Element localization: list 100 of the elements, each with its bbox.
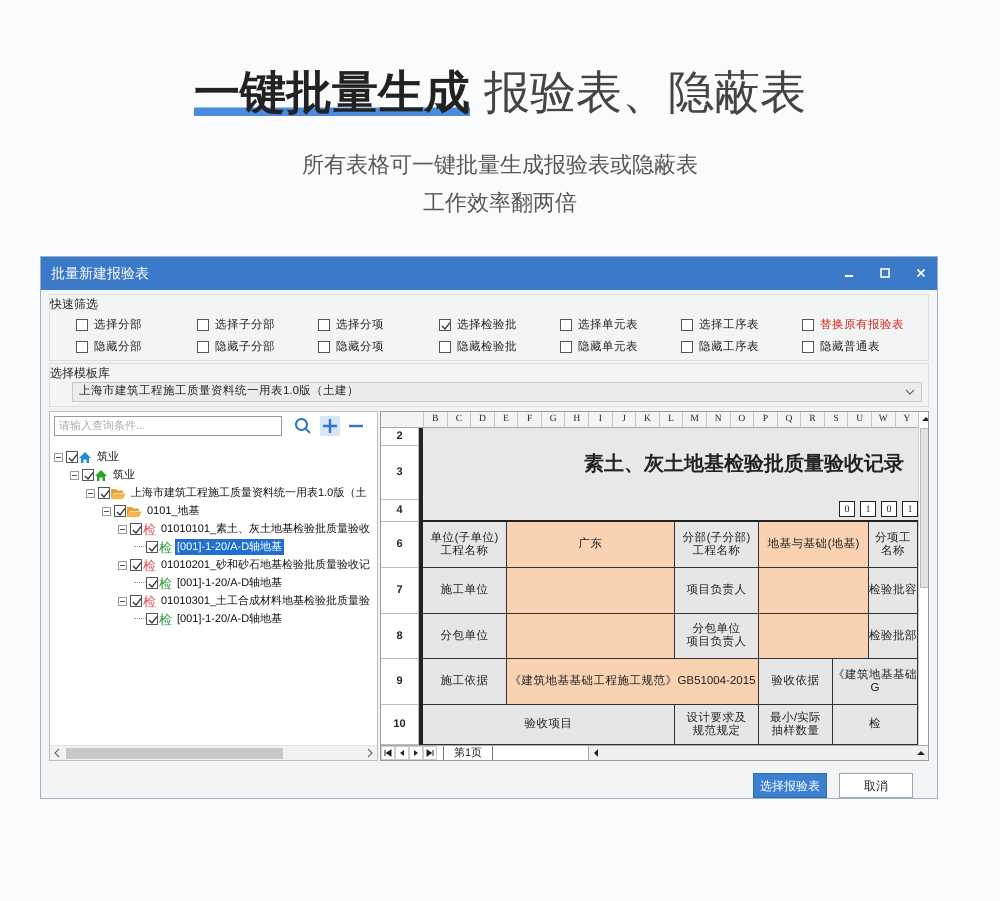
column-header[interactable]: W: [870, 412, 895, 427]
previous-sheet-icon[interactable]: [395, 746, 409, 760]
inspection-label: 检: [143, 522, 156, 536]
checkbox[interactable]: [197, 319, 209, 332]
checkbox-label: 隐藏子分部: [215, 339, 275, 355]
maximize-icon[interactable]: [879, 267, 891, 280]
row-header[interactable]: 10: [381, 705, 419, 745]
checkbox-label: 选择单元表: [578, 318, 638, 332]
template-dropdown[interactable]: 上海市建筑工程施工质量资料统一用表1.0版（土建）: [72, 382, 922, 402]
window-title: 批量新建报验表: [51, 264, 149, 283]
checkbox[interactable]: [130, 559, 142, 571]
last-sheet-icon[interactable]: [423, 746, 437, 760]
code-digit: 0: [839, 501, 855, 517]
expand-all-icon[interactable]: [320, 416, 340, 436]
column-header[interactable]: H: [564, 412, 588, 427]
table-cell: 检: [833, 705, 918, 745]
checkbox[interactable]: [146, 541, 158, 553]
tree-item[interactable]: 01010201_砂和砂石地基检验批质量验收记: [159, 556, 372, 574]
checkbox[interactable]: [560, 319, 572, 332]
tree-item[interactable]: 0101_地基: [145, 502, 202, 520]
checkbox[interactable]: [681, 341, 693, 354]
column-header[interactable]: B: [423, 412, 447, 427]
row-header[interactable]: 2: [381, 428, 419, 446]
column-header[interactable]: M: [682, 412, 706, 427]
checkbox[interactable]: [66, 451, 78, 463]
search-field[interactable]: 请输入查询条件...: [54, 416, 282, 436]
checkbox[interactable]: [318, 341, 330, 354]
tree-item[interactable]: [001]-1-20/A-D轴地基: [175, 574, 284, 592]
checkbox[interactable]: [130, 595, 142, 607]
column-header[interactable]: G: [540, 412, 564, 427]
tree-item[interactable]: 01010101_素土、灰土地基检验批质量验收: [159, 520, 372, 538]
checkbox[interactable]: [114, 505, 126, 517]
column-header[interactable]: C: [446, 412, 470, 427]
checkbox[interactable]: [98, 487, 110, 499]
checkbox[interactable]: [802, 319, 814, 332]
column-header[interactable]: N: [706, 412, 730, 427]
tree-item[interactable]: 上海市建筑工程施工质量资料统一用表1.0版（土: [129, 484, 368, 502]
table-cell: 项目负责人: [675, 568, 759, 614]
column-header[interactable]: L: [658, 412, 682, 427]
checkbox[interactable]: [82, 469, 94, 481]
checkbox[interactable]: [130, 523, 142, 535]
collapse-icon[interactable]: [86, 488, 98, 498]
inspection-label: 检: [159, 540, 172, 554]
checkbox[interactable]: [439, 341, 451, 354]
column-header[interactable]: I: [588, 412, 612, 427]
cancel-button[interactable]: 取消: [839, 773, 913, 798]
row-header[interactable]: 8: [381, 614, 419, 659]
scrollbar[interactable]: [588, 746, 928, 760]
column-header[interactable]: U: [847, 412, 871, 427]
checkbox[interactable]: [197, 341, 209, 354]
next-sheet-icon[interactable]: [409, 746, 423, 760]
code-digit: 1: [860, 501, 876, 517]
code-digit: 1: [902, 501, 918, 517]
tree-item[interactable]: 筑业: [95, 448, 121, 466]
headline: 一键批量生成: [194, 66, 470, 118]
column-header[interactable]: Q: [776, 412, 800, 427]
checkbox[interactable]: [560, 341, 572, 354]
sheet-tab[interactable]: 第1页: [443, 746, 494, 760]
row-header[interactable]: 4: [381, 500, 419, 522]
column-header[interactable]: E: [494, 412, 518, 427]
tree-item[interactable]: [001]-1-20/A-D轴地基: [175, 610, 284, 628]
column-header[interactable]: O: [730, 412, 754, 427]
table-cell: 验收项目: [423, 705, 675, 745]
column-header[interactable]: D: [470, 412, 494, 427]
checkbox[interactable]: [681, 319, 693, 332]
collapse-icon[interactable]: [118, 524, 130, 534]
checkbox[interactable]: [802, 341, 814, 354]
collapse-icon[interactable]: [118, 596, 130, 606]
checkbox[interactable]: [146, 577, 158, 589]
row-header[interactable]: 6: [381, 522, 419, 568]
confirm-button[interactable]: 选择报验表: [753, 773, 827, 798]
search-icon[interactable]: [294, 417, 312, 435]
chevron-down-icon: [905, 389, 915, 395]
tree-item[interactable]: 筑业: [111, 466, 137, 484]
column-header[interactable]: J: [612, 412, 636, 427]
checkbox[interactable]: [146, 613, 158, 625]
column-header[interactable]: F: [517, 412, 541, 427]
table-cell: 分包单位 项目负责人: [675, 614, 759, 659]
row-header[interactable]: 9: [381, 659, 419, 705]
checkbox[interactable]: [76, 319, 88, 332]
checkbox-label: 隐藏检验批: [457, 340, 517, 355]
column-header[interactable]: K: [635, 412, 659, 427]
checkbox[interactable]: [76, 341, 88, 354]
checkbox[interactable]: [318, 319, 330, 332]
table-cell: 地基与基础(地基): [759, 522, 869, 568]
tree-item[interactable]: [001]-1-20/A-D轴地基: [175, 538, 284, 556]
inspection-label: 检: [159, 576, 172, 590]
checkbox[interactable]: [439, 319, 451, 332]
column-header[interactable]: R: [800, 412, 824, 427]
collapse-icon[interactable]: [70, 470, 82, 480]
row-header[interactable]: 7: [381, 568, 419, 614]
tree-item[interactable]: 01010301_土工合成材料地基检验批质量验: [159, 592, 372, 610]
column-header[interactable]: P: [753, 412, 777, 427]
collapse-icon[interactable]: [102, 506, 114, 516]
collapse-icon[interactable]: [54, 452, 66, 462]
row-header[interactable]: 3: [381, 446, 419, 500]
collapse-icon[interactable]: [118, 560, 130, 570]
close-icon[interactable]: [915, 267, 927, 280]
column-header[interactable]: S: [824, 412, 848, 427]
first-sheet-icon[interactable]: [381, 746, 395, 760]
